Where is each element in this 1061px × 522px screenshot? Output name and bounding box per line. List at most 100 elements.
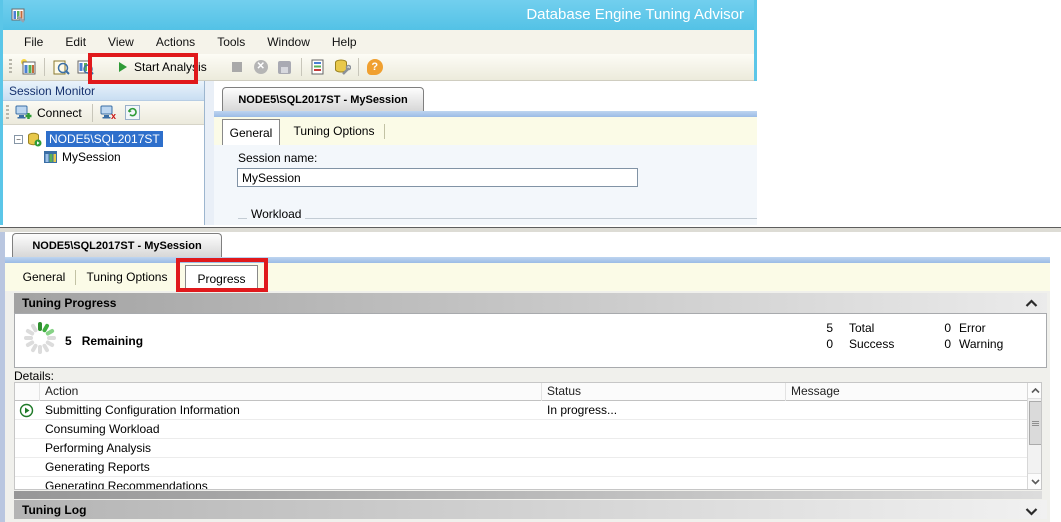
column-header-message[interactable]: Message xyxy=(791,384,840,398)
annotation-start-analysis xyxy=(88,53,198,84)
tree-row-server: − NODE5\SQL2017ST xyxy=(14,131,163,147)
connect-button[interactable]: Connect xyxy=(13,105,88,120)
success-count: 0 xyxy=(809,337,833,351)
session-name-value: MySession xyxy=(242,171,301,185)
error-label: Error xyxy=(959,321,986,335)
app-icon xyxy=(9,7,26,29)
server-icon xyxy=(27,132,42,147)
collapse-chevron-up-icon[interactable] xyxy=(1025,297,1038,311)
tab-separator xyxy=(384,124,385,139)
session-name-label: Session name: xyxy=(238,151,317,165)
screenshot-root: Database Engine Tuning Advisor File Edit… xyxy=(0,0,1061,522)
new-session-button[interactable] xyxy=(18,57,38,77)
session-tree: − NODE5\SQL2017ST MySession xyxy=(3,126,203,225)
menu-item-edit[interactable]: Edit xyxy=(54,33,97,51)
row-play-icon xyxy=(19,403,34,418)
error-count: 0 xyxy=(927,321,951,335)
tuning-log-header: Tuning Log xyxy=(14,500,1047,519)
tune-database-button[interactable] xyxy=(332,57,352,77)
progress-spinner-icon xyxy=(22,320,58,356)
disconnect-button[interactable]: x xyxy=(99,103,119,123)
save-button[interactable] xyxy=(275,57,295,77)
connect-icon xyxy=(15,105,32,120)
tab-separator xyxy=(75,270,76,285)
annotation-progress-tab xyxy=(176,258,268,292)
session-monitor-header: Session Monitor xyxy=(3,81,204,101)
menu-item-actions[interactable]: Actions xyxy=(145,33,206,51)
cancel-icon: ✕ xyxy=(254,60,268,74)
details-label: Details: xyxy=(14,369,54,383)
tree-row-session: MySession xyxy=(43,150,121,164)
tab-tuning-options[interactable]: Tuning Options xyxy=(83,265,171,289)
total-count: 5 xyxy=(809,321,833,335)
tab-general[interactable]: General xyxy=(17,265,71,289)
progress-summary-box: 5 Remaining 5 Total 0 Success 0 Error 0 … xyxy=(14,313,1047,368)
workload-groupbox-border xyxy=(238,218,757,219)
menu-bar: File Edit View Actions Tools Window Help xyxy=(3,30,754,54)
toolbar-grip[interactable] xyxy=(6,105,9,121)
cancel-button[interactable]: ✕ xyxy=(251,57,271,77)
dta-window: Database Engine Tuning Advisor File Edit… xyxy=(0,0,757,225)
menu-item-tools[interactable]: Tools xyxy=(206,33,256,51)
table-row[interactable]: Generating Reports xyxy=(15,458,1029,477)
document-tab-bottom[interactable]: NODE5\SQL2017ST - MySession xyxy=(12,233,222,257)
document-tab-label: NODE5\SQL2017ST - MySession xyxy=(32,240,201,252)
tree-item-session[interactable]: MySession xyxy=(62,150,121,164)
top-tab-strip: General Tuning Options xyxy=(214,117,757,145)
table-row[interactable]: Performing Analysis xyxy=(15,439,1029,458)
toolbar-grip[interactable] xyxy=(9,59,12,75)
document-tab[interactable]: NODE5\SQL2017ST - MySession xyxy=(222,87,424,111)
warning-count: 0 xyxy=(927,337,951,351)
save-icon xyxy=(278,61,291,74)
remaining-label: Remaining xyxy=(82,334,143,348)
panel-splitter[interactable] xyxy=(205,81,214,225)
details-table: Action Status Message Submitting Configu… xyxy=(14,382,1042,490)
help-icon: ? xyxy=(367,59,383,75)
report-button[interactable] xyxy=(308,57,328,77)
title-bar: Database Engine Tuning Advisor xyxy=(0,0,757,30)
refresh-button[interactable] xyxy=(123,103,143,123)
scroll-up-icon[interactable] xyxy=(1028,383,1042,399)
open-workload-button[interactable] xyxy=(51,57,71,77)
top-document-area: NODE5\SQL2017ST - MySession General Tuni… xyxy=(214,81,757,225)
refresh-icon xyxy=(125,105,140,120)
toolbar-separator xyxy=(358,58,359,76)
table-bottom-scroll-strip[interactable] xyxy=(14,491,1042,499)
menu-item-window[interactable]: Window xyxy=(256,33,321,51)
help-button[interactable]: ? xyxy=(365,57,385,77)
document-tab-label: NODE5\SQL2017ST - MySession xyxy=(238,94,407,106)
tab-general[interactable]: General xyxy=(222,119,280,145)
svg-text:x: x xyxy=(111,111,116,120)
session-monitor-panel: Session Monitor Connect x − xyxy=(3,81,205,225)
tree-expander-icon[interactable]: − xyxy=(14,135,23,144)
warning-label: Warning xyxy=(959,337,1003,351)
disconnect-icon: x xyxy=(100,105,117,120)
expand-chevron-down-icon[interactable] xyxy=(1025,505,1038,519)
stop-analysis-button[interactable] xyxy=(227,57,247,77)
scroll-down-icon[interactable] xyxy=(1028,473,1042,489)
column-header-action[interactable]: Action xyxy=(45,384,78,398)
menu-item-help[interactable]: Help xyxy=(321,33,368,51)
remaining-count: 5 xyxy=(65,334,72,348)
stop-icon xyxy=(232,62,242,72)
menu-item-view[interactable]: View xyxy=(97,33,145,51)
vertical-scrollbar[interactable] xyxy=(1027,383,1041,489)
tree-item-server[interactable]: NODE5\SQL2017ST xyxy=(46,131,163,147)
table-row[interactable]: Consuming Workload xyxy=(15,420,1029,439)
session-name-input[interactable]: MySession xyxy=(237,168,638,187)
session-monitor-toolbar: Connect x xyxy=(3,101,204,125)
menu-item-file[interactable]: File xyxy=(13,33,54,51)
column-header-status[interactable]: Status xyxy=(547,384,581,398)
table-row[interactable]: Submitting Configuration Information In … xyxy=(15,401,1029,420)
table-header: Action Status Message xyxy=(15,383,1041,401)
thumb-grip-icon xyxy=(1032,421,1039,426)
workload-group-label: Workload xyxy=(247,207,305,221)
tab-tuning-options[interactable]: Tuning Options xyxy=(290,119,378,143)
scrollbar-thumb[interactable] xyxy=(1029,401,1042,445)
success-label: Success xyxy=(849,337,894,351)
section-divider-strip xyxy=(0,228,1061,232)
table-row[interactable]: Generating Recommendations xyxy=(15,477,1029,490)
toolbar-separator xyxy=(92,104,93,122)
session-monitor-title: Session Monitor xyxy=(9,84,95,98)
tuning-progress-header: Tuning Progress xyxy=(14,293,1047,313)
